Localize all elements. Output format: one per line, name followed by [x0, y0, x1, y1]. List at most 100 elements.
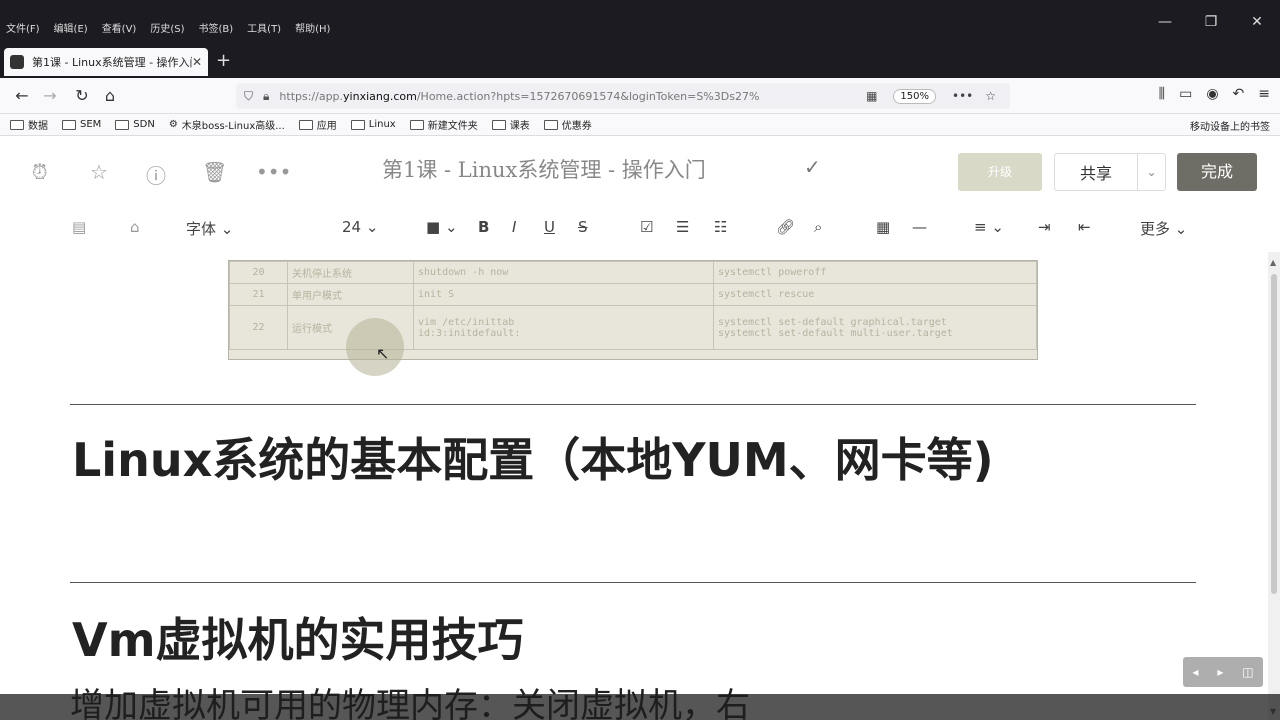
qr-code-icon[interactable]: ▦ [866, 89, 877, 103]
new-tab-icon[interactable]: + [216, 50, 231, 71]
strikethrough-icon[interactable]: S [578, 218, 588, 236]
note-body[interactable]: 20 关机停止系统 shutdown -h now systemctl powe… [0, 252, 1268, 720]
address-bar[interactable]: ⛉ 🔒︎ https://app.yinxiang.com/Home.actio… [236, 83, 1010, 109]
row-new-command: systemctl rescue [713, 283, 1037, 306]
row-old-command: vim /etc/inittab id:3:initdefault: [413, 305, 714, 350]
bookmark-item[interactable]: 课表 [491, 117, 530, 132]
tab-strip: 第1课 - Linux系统管理 - 操作入门 ✕ + [0, 46, 1280, 78]
row-old-command: shutdown -h now [413, 261, 714, 284]
forward-icon[interactable]: → [38, 84, 62, 108]
bookmark-item[interactable]: Linux [350, 119, 396, 130]
close-window-icon[interactable]: ✕ [1234, 14, 1280, 30]
mouse-cursor-icon: ↖ [376, 344, 390, 363]
menu-edit[interactable]: 编辑(E) [54, 20, 88, 35]
control-icon[interactable]: ◫ [1242, 665, 1253, 679]
checkmark-icon[interactable]: ✓ [804, 155, 821, 179]
underline-icon[interactable]: U [544, 218, 555, 236]
notebook-icon[interactable]: ▤ [72, 218, 86, 236]
bookmark-item[interactable]: 新建文件夹 [409, 117, 478, 132]
folder-icon [350, 119, 365, 130]
tab-active[interactable]: 第1课 - Linux系统管理 - 操作入门 ✕ [4, 48, 208, 76]
scroll-thumb[interactable] [1271, 274, 1277, 594]
control-icon[interactable]: ◂ [1192, 665, 1198, 679]
attachment-icon[interactable]: ⌕ [814, 218, 822, 236]
folder-icon [543, 119, 558, 130]
alarm-icon[interactable]: ⏰︎ [32, 160, 48, 184]
bookmark-item[interactable]: 应用 [298, 117, 337, 132]
undo-icon[interactable]: ↶ [1233, 86, 1245, 102]
reload-icon[interactable]: ↻ [70, 84, 94, 108]
menu-file[interactable]: 文件(F) [6, 20, 40, 35]
menu-history[interactable]: 历史(S) [150, 20, 184, 35]
shield-icon[interactable]: ⛉ [244, 89, 253, 104]
menu-bookmarks[interactable]: 书签(B) [199, 20, 234, 35]
checkbox-icon[interactable]: ☑ [640, 218, 653, 236]
row-new-command: systemctl set-default graphical.target sy… [713, 305, 1037, 350]
bullet-list-icon[interactable]: ☰ [676, 218, 689, 236]
outdent-icon[interactable]: ⇤ [1078, 218, 1091, 236]
zoom-level[interactable]: 150% [893, 88, 936, 104]
star-icon[interactable]: ☆ [90, 160, 108, 184]
lock-icon[interactable]: 🔒︎ [263, 89, 269, 104]
bookmark-item[interactable]: SDN [115, 119, 155, 130]
more-menu[interactable]: 更多 ⌄ [1140, 218, 1187, 239]
divider [70, 404, 1196, 405]
mobile-bookmarks[interactable]: 移动设备上的书签 [1190, 118, 1270, 133]
done-button[interactable]: 完成 [1177, 153, 1257, 191]
indent-icon[interactable]: ⇥ [1038, 218, 1051, 236]
folder-icon [409, 119, 424, 130]
trash-icon[interactable]: 🗑︎ [202, 160, 227, 184]
row-number: 21 [229, 283, 288, 306]
row-number: 20 [229, 261, 288, 284]
more-dots-icon[interactable]: ••• [256, 160, 291, 184]
bookmark-item[interactable]: ⚙ 木泉boss-Linux高级... [169, 117, 285, 132]
floating-controls[interactable]: ◂ ▸ ◫ [1183, 657, 1263, 687]
favicon-icon [10, 55, 24, 69]
bold-icon[interactable]: B [478, 218, 489, 236]
navigation-bar: ← → ↻ ⌂ ⛉ 🔒︎ https://app.yinxiang.com/Ho… [0, 78, 1280, 114]
folder-icon [115, 119, 130, 130]
upgrade-button[interactable]: 升级 [958, 153, 1042, 191]
note-title[interactable]: 第1课 - Linux系统管理 - 操作入门 [382, 154, 706, 184]
italic-icon[interactable]: I [512, 218, 516, 236]
back-icon[interactable]: ← [10, 84, 34, 108]
bookmark-item[interactable]: SEM [62, 119, 101, 130]
cursor-highlight [346, 318, 404, 376]
bookmark-star-icon[interactable]: ☆ [985, 89, 996, 103]
account-icon[interactable]: ◉ [1206, 86, 1218, 102]
library-icon[interactable]: ⫼ [1159, 86, 1165, 102]
tag-icon[interactable]: ⌂ [130, 218, 140, 236]
gear-icon: ⚙ [168, 119, 178, 130]
minimize-icon[interactable]: — [1142, 14, 1188, 30]
table-icon[interactable]: ▦ [876, 218, 890, 236]
link-icon[interactable]: 🔗︎ [776, 218, 795, 236]
home-icon[interactable]: ⌂ [98, 84, 122, 108]
url-text[interactable]: https://app.yinxiang.com/Home.action?hpt… [279, 90, 860, 103]
menu-view[interactable]: 查看(V) [102, 20, 137, 35]
tab-close-icon[interactable]: ✕ [192, 55, 202, 69]
control-icon[interactable]: ▸ [1217, 665, 1223, 679]
bookmark-item[interactable]: 优惠券 [543, 117, 592, 132]
row-new-command: systemctl poweroff [713, 261, 1037, 284]
text-color-icon[interactable]: ■ ⌄ [426, 218, 458, 236]
hamburger-menu-icon[interactable]: ≡ [1258, 86, 1270, 102]
bookmark-item[interactable]: 数据 [10, 117, 48, 132]
sidebar-icon[interactable]: ▭ [1179, 86, 1192, 102]
menu-help[interactable]: 帮助(H) [295, 20, 330, 35]
folder-icon [10, 119, 24, 130]
horizontal-rule-icon[interactable]: — [912, 218, 927, 236]
divider [70, 582, 1196, 583]
font-select[interactable]: 字体 ⌄ [186, 218, 233, 239]
scrollbar[interactable]: ▲ ▼ [1268, 252, 1280, 720]
page-actions-icon[interactable]: ••• [952, 89, 973, 103]
info-icon[interactable]: ⓘ [146, 160, 166, 189]
share-label: 共享 [1079, 164, 1112, 183]
font-size-select[interactable]: 24 ⌄ [342, 218, 378, 236]
menu-tools[interactable]: 工具(T) [247, 20, 281, 35]
align-icon[interactable]: ≡ ⌄ [974, 218, 1004, 236]
restore-icon[interactable]: ❐ [1188, 14, 1234, 30]
chevron-down-icon[interactable]: ⌄ [1137, 154, 1165, 190]
share-button[interactable]: 共享 ⌄ [1054, 153, 1166, 191]
numbered-list-icon[interactable]: ☷ [714, 218, 727, 236]
scroll-up-icon[interactable]: ▲ [1270, 258, 1276, 267]
